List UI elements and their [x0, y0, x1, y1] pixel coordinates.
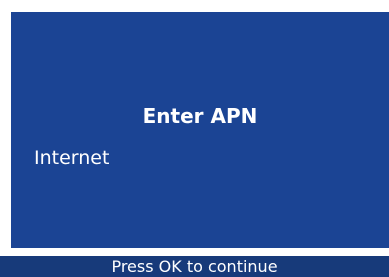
apn-entry-screen: Enter APN Internet Press OK to continue: [0, 0, 389, 277]
apn-value-field[interactable]: Internet: [34, 146, 109, 170]
screen-title: Enter APN: [142, 104, 258, 128]
apn-input-panel: Enter APN Internet: [11, 12, 389, 248]
continue-hint-bar: Press OK to continue: [0, 256, 389, 277]
